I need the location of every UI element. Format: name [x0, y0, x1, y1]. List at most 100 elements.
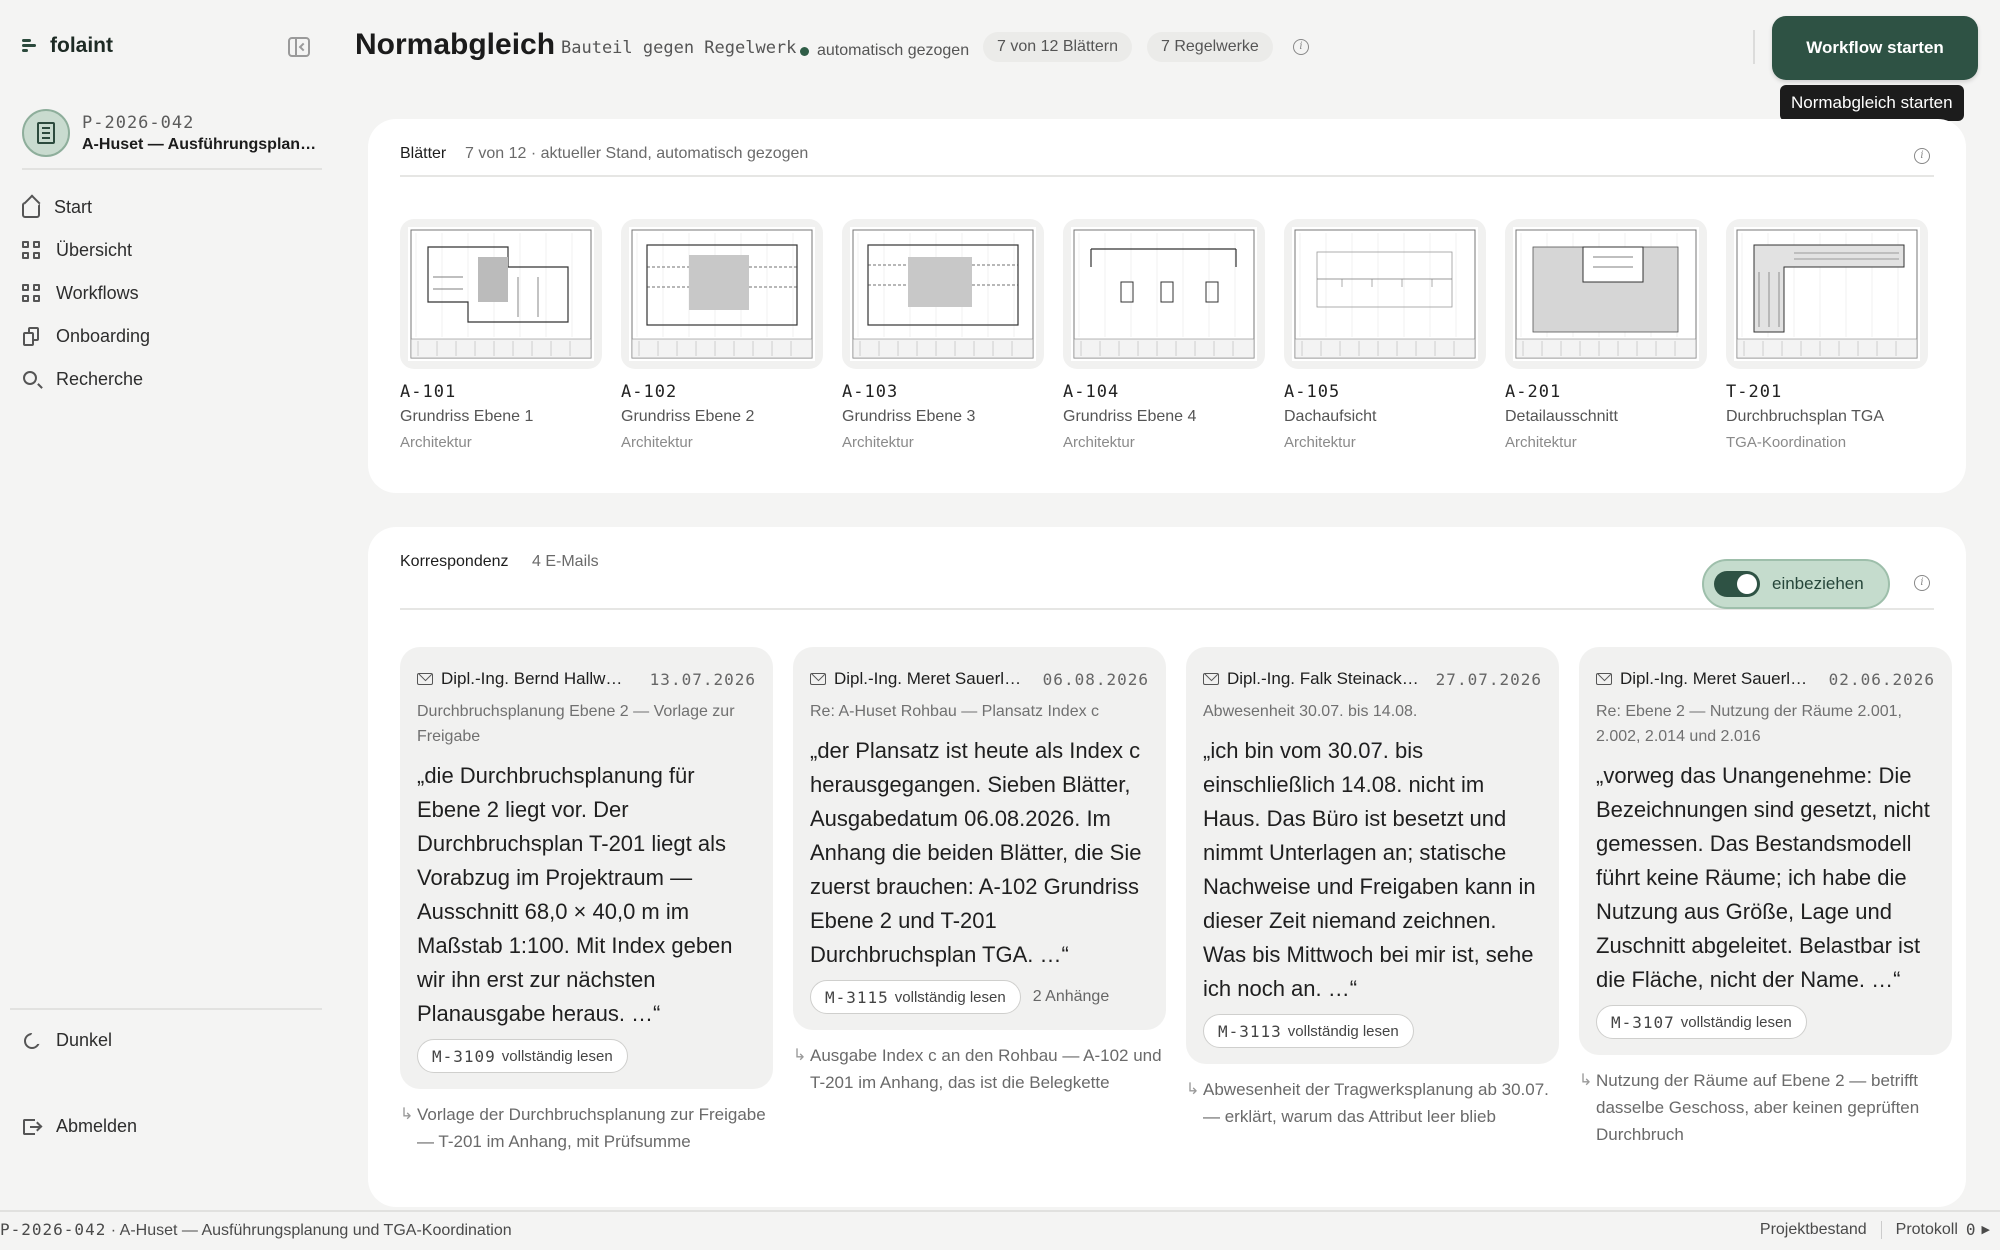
mail-quote: „ich bin vom 30.07. bis einschließlich 1… [1203, 738, 1536, 1001]
collapse-sidebar-icon[interactable] [288, 37, 310, 57]
sheet-thumbnail [1505, 219, 1707, 369]
mail-footer: M-3115 vollständig lesen 2 Anhänge [810, 980, 1149, 1014]
attachments-count[interactable]: 2 Anhänge [1033, 988, 1110, 1006]
mail-card[interactable]: Dipl.-Ing. Meret Sauerl… 02.06.2026 Re: Eb… [1579, 647, 1952, 1055]
sheet-list: A-101 Grundriss Ebene 1 Architektur A-102 Gr… [400, 219, 1934, 459]
mail-note-text: Nutzung der Räume auf Ebene 2 — betrifft… [1596, 1071, 1920, 1144]
sheet-card[interactable]: A-105 Dachaufsicht Architektur [1284, 219, 1486, 459]
auto-status: automatisch gezogen [800, 42, 969, 60]
info-icon[interactable]: i [1293, 39, 1309, 55]
mail-card[interactable]: Dipl.-Ing. Meret Sauerl… 06.08.2026 Re: A-… [793, 647, 1166, 1030]
nav-item-uebersicht[interactable]: Übersicht [22, 229, 322, 272]
mail-note-text: Abwesenheit der Tragwerksplanung ab 30.0… [1203, 1080, 1549, 1126]
sheet-thumbnail [842, 219, 1044, 369]
status-bar: P-2026-042 · A-Huset — Ausführungsplanun… [0, 1210, 2000, 1250]
mail-quote: „vorweg das Unangenehme: Die Bezeichnung… [1596, 763, 1930, 992]
mail-sender: Dipl.-Ing. Falk Steinack… [1227, 669, 1419, 688]
mail-subject: Abwesenheit 30.07. bis 14.08. [1203, 703, 1418, 720]
mail-item: Dipl.-Ing. Meret Sauerl… 06.08.2026 Re: A-… [793, 647, 1166, 1155]
sheet-card[interactable]: A-101 Grundriss Ebene 1 Architektur [400, 219, 602, 459]
mail-ref: M-3109 [432, 1046, 496, 1066]
toggle-switch-icon [1714, 571, 1760, 597]
info-icon[interactable]: i [1914, 148, 1930, 164]
page-header: Normabgleich Bauteil gegen Regelwerk aut… [355, 16, 1978, 80]
read-full-mail-button[interactable]: M-3115 vollständig lesen [810, 980, 1021, 1014]
project-inventory-link[interactable]: Projektbestand [1760, 1221, 1867, 1239]
mail-relevance-note: ↳ Vorlage der Durchbruchsplanung zur Frei… [400, 1101, 773, 1155]
theme-toggle-dark[interactable]: Dunkel [22, 1019, 322, 1062]
include-mails-toggle[interactable]: einbeziehen [1702, 559, 1890, 609]
read-full-mail-button[interactable]: M-3107 vollständig lesen [1596, 1005, 1807, 1039]
info-icon[interactable]: i [1914, 575, 1930, 591]
status-bar-project: P-2026-042 · A-Huset — Ausführungsplanun… [0, 1220, 512, 1240]
read-label: vollständig lesen [1680, 1013, 1792, 1031]
sheet-title: Detailausschnitt [1505, 408, 1618, 425]
plan-drawing-thumbnail [850, 227, 1036, 361]
brand-name: folaint [50, 34, 113, 57]
sheet-thumbnail [621, 219, 823, 369]
sheet-code: A-102 [621, 382, 678, 402]
main-nav: Start Übersicht Workflows Onboarding Rec… [22, 186, 322, 401]
auto-status-label: automatisch gezogen [817, 42, 970, 59]
grid-icon [22, 283, 42, 304]
sheet-discipline: Architektur [842, 434, 914, 451]
reply-arrow-icon: ↳ [400, 1106, 414, 1123]
mail-note-text: Ausgabe Index c an den Rohbau — A-102 un… [810, 1046, 1162, 1092]
sheet-code: A-101 [400, 382, 457, 402]
sheet-title: Durchbruchsplan TGA [1726, 408, 1884, 425]
sheet-thumbnail [1726, 219, 1928, 369]
nav-item-recherche[interactable]: Recherche [22, 358, 322, 401]
nav-item-label: Recherche [56, 369, 144, 389]
read-full-mail-button[interactable]: M-3109 vollständig lesen [417, 1039, 628, 1073]
nav-item-start[interactable]: Start [22, 186, 322, 229]
mail-footer: M-3109 vollständig lesen [417, 1039, 756, 1073]
status-bar-actions: Projektbestand Protokoll 0 ▶ [1760, 1220, 1990, 1239]
sheet-discipline: Architektur [621, 434, 693, 451]
log-link[interactable]: Protokoll [1896, 1221, 1958, 1239]
start-workflow-button[interactable]: Workflow starten [1772, 16, 1978, 80]
mail-sender: Dipl.-Ing. Meret Sauerl… [834, 669, 1022, 688]
log-count: 0 [1965, 1220, 1976, 1239]
read-label: vollständig lesen [894, 988, 1006, 1006]
mail-sender: Dipl.-Ing. Meret Sauerl… [1620, 669, 1808, 688]
sheet-discipline: Architektur [1284, 434, 1356, 451]
mail-quote: „die Durchbruchsplanung für Ebene 2 lieg… [417, 763, 733, 1026]
sheet-discipline: Architektur [1063, 434, 1135, 451]
nav-item-onboarding[interactable]: Onboarding [22, 315, 322, 358]
grid-icon [22, 240, 42, 261]
rules-count-chip: 7 Regelwerke [1147, 32, 1273, 62]
mail-footer: M-3113 vollständig lesen [1203, 1014, 1542, 1048]
start-workflow-tooltip: Normabgleich starten [1780, 85, 1964, 121]
logout-label: Abmelden [56, 1116, 138, 1136]
reply-arrow-icon: ↳ [1186, 1081, 1200, 1098]
logout-button[interactable]: Abmelden [22, 1105, 322, 1148]
project-switcher[interactable]: P-2026-042 A-Huset — Ausführungsplan… [22, 106, 322, 170]
sheet-card[interactable]: T-201 Durchbruchsplan TGA TGA-Koordination [1726, 219, 1928, 459]
read-full-mail-button[interactable]: M-3113 vollständig lesen [1203, 1014, 1414, 1048]
play-icon[interactable]: ▶ [1982, 1223, 1990, 1236]
mail-card[interactable]: Dipl.-Ing. Falk Steinack… 27.07.2026 Abwes… [1186, 647, 1559, 1064]
sheet-card[interactable]: A-102 Grundriss Ebene 2 Architektur [621, 219, 823, 459]
brand[interactable]: folaint [22, 34, 113, 58]
sheets-card-meta: 7 von 12 · aktueller Stand, automatisch … [465, 145, 809, 162]
mail-date: 13.07.2026 [649, 669, 756, 689]
sheet-code: A-105 [1284, 382, 1341, 402]
project-id: P-2026-042 [82, 112, 195, 133]
nav-item-workflows[interactable]: Workflows [22, 272, 322, 315]
mail-sender: Dipl.-Ing. Bernd Hallw… [441, 669, 623, 688]
mail-item: Dipl.-Ing. Bernd Hallw… 13.07.2026 Durchbr… [400, 647, 773, 1155]
sheets-card-title: Blätter [400, 145, 447, 162]
mail-ref: M-3113 [1218, 1021, 1282, 1041]
sheet-card[interactable]: A-104 Grundriss Ebene 4 Architektur [1063, 219, 1265, 459]
project-name: A-Huset — Ausführungsplan… [82, 135, 317, 153]
mail-list: Dipl.-Ing. Bernd Hallw… 13.07.2026 Durchbr… [400, 647, 1952, 1155]
sheet-discipline: Architektur [1505, 434, 1577, 451]
mail-card[interactable]: Dipl.-Ing. Bernd Hallw… 13.07.2026 Durchbr… [400, 647, 773, 1089]
sheet-thumbnail [400, 219, 602, 369]
brand-logo-icon [22, 38, 36, 54]
mail-ref: M-3115 [825, 987, 889, 1007]
sheet-card[interactable]: A-201 Detailausschnitt Architektur [1505, 219, 1707, 459]
search-icon [22, 370, 42, 390]
sheet-card[interactable]: A-103 Grundriss Ebene 3 Architektur [842, 219, 1044, 459]
correspondence-card-title: Korrespondenz [400, 553, 509, 570]
